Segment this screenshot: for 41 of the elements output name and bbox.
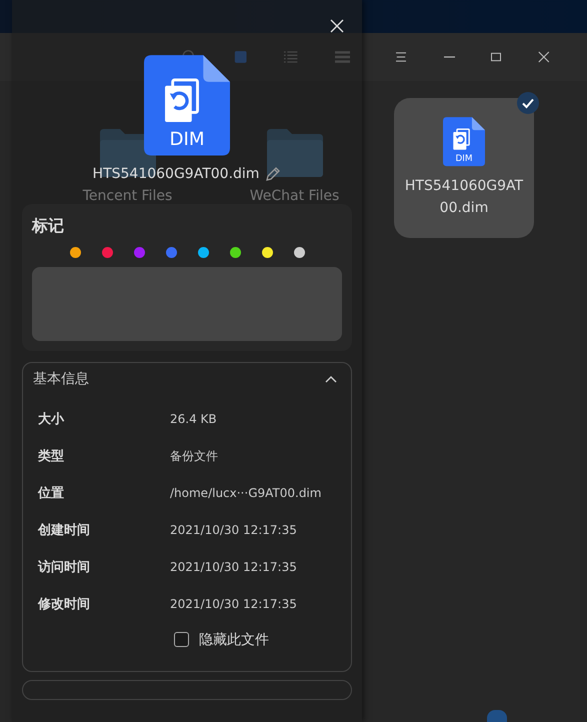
tag-dot[interactable] bbox=[198, 246, 208, 258]
info-value: 备份文件 bbox=[170, 448, 218, 465]
folder-name: Tencent Files bbox=[82, 187, 172, 206]
file-item[interactable]: DIM HTS541060G9AT00.dim bbox=[394, 98, 534, 238]
close-icon[interactable] bbox=[330, 19, 344, 33]
check-icon bbox=[517, 92, 539, 114]
menu-icon[interactable] bbox=[396, 51, 406, 63]
folder-icon bbox=[266, 129, 322, 177]
file-name: HTS541060G9AT00.dim bbox=[92, 166, 260, 182]
tag-dot[interactable] bbox=[262, 246, 272, 258]
info-label: 位置 bbox=[38, 485, 65, 502]
tag-dot[interactable] bbox=[70, 246, 80, 258]
tag-dot[interactable] bbox=[294, 246, 304, 258]
tag-dot[interactable] bbox=[230, 246, 240, 258]
tag-field[interactable] bbox=[32, 266, 342, 341]
document-icon: DIM bbox=[144, 55, 230, 156]
section-title: 基本信息 bbox=[33, 370, 89, 388]
pencil-icon[interactable] bbox=[265, 166, 282, 182]
info-value: 2021/10/30 12:17:35 bbox=[170, 560, 297, 574]
checkbox[interactable] bbox=[174, 632, 189, 648]
close-icon[interactable] bbox=[538, 50, 550, 64]
file-name: HTS541060G9AT00.dim bbox=[404, 176, 524, 218]
minimize-icon[interactable] bbox=[444, 56, 456, 58]
info-value: 2021/10/30 12:17:35 bbox=[170, 597, 297, 612]
info-value: /home/lucx···G9AT00.dim bbox=[170, 486, 322, 500]
info-label: 访问时间 bbox=[38, 558, 91, 576]
chevron-up-icon[interactable] bbox=[325, 374, 337, 383]
tag-dot[interactable] bbox=[102, 246, 112, 258]
info-value: 26.4 KB bbox=[170, 412, 217, 426]
info-label: 类型 bbox=[38, 448, 65, 466]
tag-dot[interactable] bbox=[134, 246, 144, 258]
info-label: 创建时间 bbox=[38, 522, 91, 540]
tag-dot[interactable] bbox=[166, 246, 176, 258]
document-icon: DIM bbox=[443, 117, 485, 167]
maximize-icon[interactable] bbox=[491, 52, 502, 62]
info-value: 2021/10/30 12:17:35 bbox=[170, 523, 297, 538]
info-label: 修改时间 bbox=[38, 596, 91, 614]
checkbox-label: 隐藏此文件 bbox=[199, 630, 269, 649]
folder-name: WeChat Files bbox=[250, 187, 340, 206]
info-label: 大小 bbox=[38, 411, 66, 428]
section-title: 标记 bbox=[32, 216, 65, 237]
